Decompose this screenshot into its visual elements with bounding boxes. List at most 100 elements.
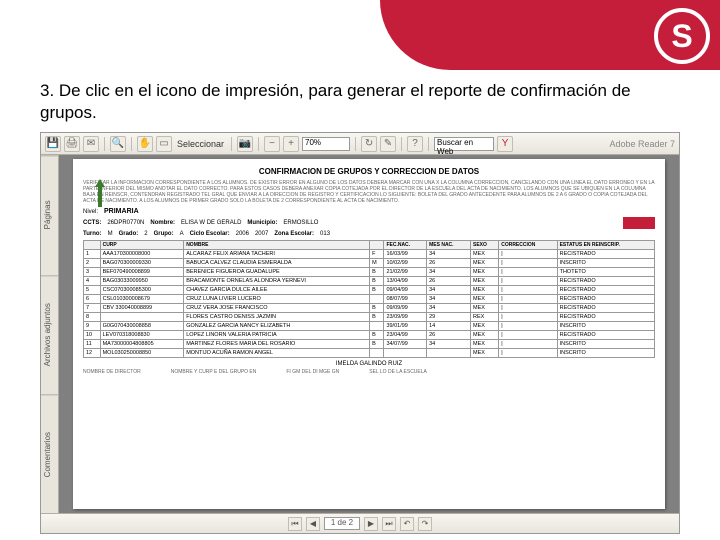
col-header: MES NAC.	[427, 241, 471, 250]
cell: RECISTRADO	[557, 295, 654, 304]
cell: MEX	[471, 304, 499, 313]
cell: 2	[84, 259, 101, 268]
cell: RECISTRADO	[557, 286, 654, 295]
prev-page-icon[interactable]: ◀	[306, 517, 320, 531]
zoom-select[interactable]: 70%	[302, 137, 350, 151]
table-row: 8FLORES CASTRO DENISS JAZMINB23/09/9929R…	[84, 313, 655, 322]
cell: MEX	[471, 259, 499, 268]
yahoo-icon[interactable]: Y	[497, 136, 513, 152]
forward-icon[interactable]: ↷	[418, 517, 432, 531]
nivel-value: PRIMARIA	[104, 208, 139, 215]
cell: REX	[471, 313, 499, 322]
cell: THOTETO	[557, 268, 654, 277]
cell: MONTIJO ACUÑA RAMON ANGEL	[184, 349, 370, 358]
separator	[355, 137, 356, 151]
ccts-value: 26DPR0770N	[107, 220, 144, 226]
cell: 13/04/99	[384, 277, 427, 286]
back-icon[interactable]: ↶	[400, 517, 414, 531]
select-label: Seleccionar	[175, 139, 226, 149]
hand-icon[interactable]: ✋	[137, 136, 153, 152]
cell: MEX	[471, 331, 499, 340]
table-row: 9G0G070430008858GONZALEZ GARCIA NANCY EL…	[84, 322, 655, 331]
zoom-out-icon[interactable]: −	[264, 136, 280, 152]
table-row: 11MA73000004808805MARTINEZ FLORES MARIA …	[84, 340, 655, 349]
col-header: CURP	[100, 241, 184, 250]
cell: 09/09/99	[384, 304, 427, 313]
table-row: 2BAG070300009330BABUCA CALVEZ CLAUDIA ES…	[84, 259, 655, 268]
col-header: NOMBRE	[184, 241, 370, 250]
tab-attachments[interactable]: Archivos adjuntos	[41, 275, 58, 394]
cell: 1	[84, 250, 101, 259]
cell: |	[499, 304, 557, 313]
cell: MEX	[471, 349, 499, 358]
cell: MEX	[471, 322, 499, 331]
cell: B	[370, 268, 384, 277]
print-icon[interactable]: 🖨	[64, 136, 80, 152]
cell: CBV 330040008899	[100, 304, 184, 313]
cell: 29	[427, 313, 471, 322]
rotate-icon[interactable]: ↻	[361, 136, 377, 152]
cell	[370, 322, 384, 331]
cell: B	[370, 286, 384, 295]
col-header: ESTATUS EN REINSCRIP.	[557, 241, 654, 250]
cell: 26	[427, 331, 471, 340]
next-page-icon[interactable]: ▶	[364, 517, 378, 531]
save-icon[interactable]: 💾	[45, 136, 61, 152]
zoom-in-icon[interactable]: +	[283, 136, 299, 152]
cell: RECISTRADO	[557, 331, 654, 340]
cell: 16/03/99	[384, 250, 427, 259]
footer-col1: NOMBRE DE DIRECTOR	[83, 369, 141, 375]
tab-pages[interactable]: Páginas	[41, 155, 58, 274]
col-header	[370, 241, 384, 250]
last-page-icon[interactable]: ⏭	[382, 517, 396, 531]
cell: 09/04/99	[384, 286, 427, 295]
cell: CSC070300085300	[100, 286, 184, 295]
cell: LOPEZ LINORN VALERIA PATRICIA	[184, 331, 370, 340]
footer-col4: SEL LO DE LA ESCUELA	[369, 369, 427, 375]
cell: |	[499, 295, 557, 304]
cell: M	[370, 259, 384, 268]
select-icon[interactable]: ▭	[156, 136, 172, 152]
side-tabs: Páginas Archivos adjuntos Comentarios	[41, 155, 59, 513]
help-icon[interactable]: ?	[407, 136, 423, 152]
first-page-icon[interactable]: ⏮	[288, 517, 302, 531]
cell: 39/01/99	[384, 322, 427, 331]
brand-badge: S	[654, 8, 710, 64]
sign-icon[interactable]: ✎	[380, 136, 396, 152]
cell: CRUZ VERA JOSE FRANCISCO	[184, 304, 370, 313]
cell: 4	[84, 277, 101, 286]
cell	[370, 295, 384, 304]
cell: LEV070318008830	[100, 331, 184, 340]
cell: |	[499, 268, 557, 277]
grupo-label: Grupo:	[154, 231, 174, 237]
turno-label: Turno:	[83, 231, 102, 237]
doc-title: CONFIRMACION DE GRUPOS Y CORRECCION DE D…	[83, 167, 655, 176]
cell: BRACAMONTE ORNELAS ALONDRA YERNEVI	[184, 277, 370, 286]
table-row: 3BEF070490008899BERENICE FIGUEROA GUADAL…	[84, 268, 655, 277]
cell: CSL010300008679	[100, 295, 184, 304]
zona-value: 013	[320, 231, 330, 237]
cell: 7	[84, 304, 101, 313]
search-icon[interactable]: 🔍	[110, 136, 126, 152]
cell: MARTINEZ FLORES MARIA DEL ROSARIO	[184, 340, 370, 349]
mail-icon[interactable]: ✉	[83, 136, 99, 152]
web-search-input[interactable]: Buscar en Web	[434, 137, 494, 151]
cell: 14	[427, 322, 471, 331]
cell: 26	[427, 259, 471, 268]
cell: CRUZ LUNA LIVIER LUCERO	[184, 295, 370, 304]
cell: |	[499, 286, 557, 295]
tab-comments[interactable]: Comentarios	[41, 394, 58, 513]
cell: MA73000004808805	[100, 340, 184, 349]
cell: |	[499, 340, 557, 349]
page-field[interactable]: 1 de 2	[324, 517, 360, 530]
mun-label: Municipio:	[247, 220, 277, 226]
brand-name: SICRE	[520, 18, 640, 60]
table-row: 7CBV 330040008899CRUZ VERA JOSE FRANCISC…	[84, 304, 655, 313]
document-viewport[interactable]: CONFIRMACION DE GRUPOS Y CORRECCION DE D…	[59, 155, 679, 513]
col-header	[84, 241, 101, 250]
cell: INSCRITO	[557, 259, 654, 268]
cell: MEX	[471, 268, 499, 277]
snapshot-icon[interactable]: 📷	[237, 136, 253, 152]
cell: RECISTRADO	[557, 313, 654, 322]
col-header: CORRECCION	[499, 241, 557, 250]
